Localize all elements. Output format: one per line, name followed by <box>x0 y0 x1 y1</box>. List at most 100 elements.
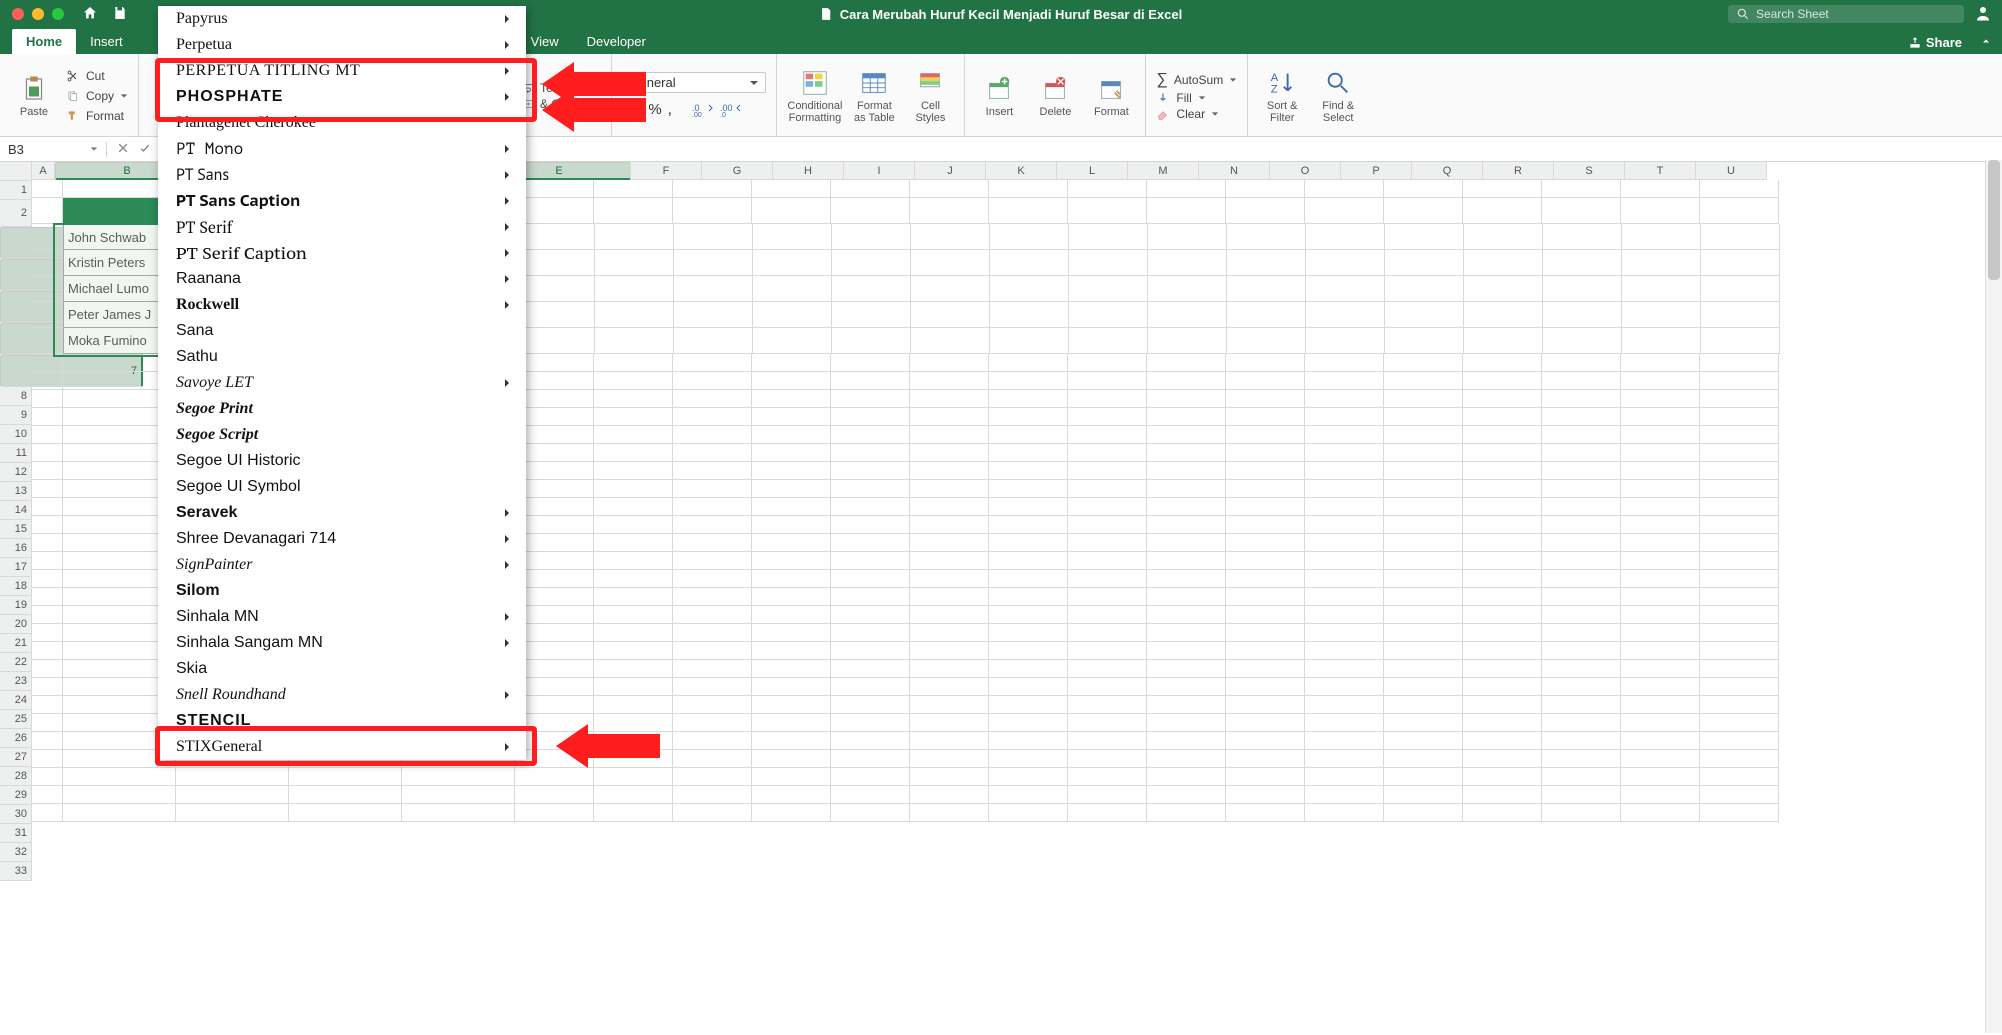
cell[interactable] <box>831 642 910 660</box>
cell[interactable] <box>1306 276 1385 302</box>
search-sheet-input[interactable]: Search Sheet <box>1728 5 1964 23</box>
cell[interactable] <box>515 570 594 588</box>
cell[interactable] <box>1305 390 1384 408</box>
cell[interactable] <box>1226 390 1305 408</box>
cell[interactable] <box>1226 606 1305 624</box>
font-option[interactable]: STENCIL <box>158 708 526 734</box>
cell[interactable] <box>1463 606 1542 624</box>
column-header[interactable]: I <box>844 162 915 180</box>
cell[interactable] <box>1385 302 1464 328</box>
row-header[interactable]: 32 <box>0 843 32 862</box>
cell[interactable] <box>32 408 63 426</box>
cell[interactable] <box>1148 224 1227 250</box>
cell[interactable] <box>1305 408 1384 426</box>
font-dropdown[interactable]: PapyrusPerpetuaPERPETUA TITLING MTPHOSPH… <box>158 6 526 760</box>
cell[interactable] <box>989 198 1068 224</box>
cell[interactable] <box>1701 276 1780 302</box>
font-option[interactable]: Sinhala Sangam MN <box>158 630 526 656</box>
cell[interactable] <box>832 276 911 302</box>
row-header[interactable]: 31 <box>0 824 32 843</box>
font-option[interactable]: PT Mono <box>158 136 526 162</box>
cell[interactable] <box>32 606 63 624</box>
cell[interactable] <box>831 570 910 588</box>
cell[interactable] <box>1621 498 1700 516</box>
cell[interactable] <box>910 480 989 498</box>
cell[interactable] <box>1463 426 1542 444</box>
cell[interactable] <box>1147 732 1226 750</box>
cell[interactable] <box>1227 276 1306 302</box>
cell[interactable] <box>176 786 289 804</box>
cell[interactable] <box>1147 696 1226 714</box>
cell[interactable] <box>1068 180 1147 198</box>
column-header[interactable]: A <box>32 162 55 180</box>
cell[interactable] <box>1543 302 1622 328</box>
cell[interactable] <box>32 624 63 642</box>
cell[interactable] <box>1306 328 1385 354</box>
cell[interactable] <box>32 750 63 768</box>
cell[interactable] <box>1621 408 1700 426</box>
cell[interactable] <box>32 534 63 552</box>
cell[interactable] <box>594 180 673 198</box>
delete-cells-button[interactable]: Delete <box>1031 74 1079 118</box>
cell[interactable] <box>989 408 1068 426</box>
cell[interactable] <box>1226 552 1305 570</box>
cell[interactable] <box>911 276 990 302</box>
cell[interactable] <box>1542 588 1621 606</box>
cell[interactable] <box>753 302 832 328</box>
cell[interactable] <box>1384 624 1463 642</box>
cell[interactable] <box>752 768 831 786</box>
cell[interactable] <box>32 570 63 588</box>
cell[interactable] <box>1700 198 1779 224</box>
cell[interactable] <box>32 588 63 606</box>
cell[interactable] <box>989 768 1068 786</box>
cell[interactable] <box>1068 714 1147 732</box>
font-option[interactable]: Shree Devanagari 714 <box>158 526 526 552</box>
cell[interactable] <box>910 588 989 606</box>
cell[interactable] <box>32 660 63 678</box>
cell[interactable] <box>594 426 673 444</box>
cell[interactable] <box>595 250 674 276</box>
cell[interactable] <box>752 624 831 642</box>
cell[interactable] <box>989 624 1068 642</box>
cell[interactable] <box>673 354 752 372</box>
cell[interactable] <box>1700 624 1779 642</box>
cell[interactable] <box>594 642 673 660</box>
cell[interactable] <box>989 354 1068 372</box>
cell[interactable] <box>32 224 63 250</box>
cell[interactable] <box>831 750 910 768</box>
cell[interactable] <box>1147 606 1226 624</box>
cell[interactable] <box>1306 224 1385 250</box>
cell[interactable] <box>1069 250 1148 276</box>
cell[interactable] <box>1305 180 1384 198</box>
cell[interactable] <box>515 786 594 804</box>
cell[interactable] <box>910 606 989 624</box>
cell[interactable] <box>1542 516 1621 534</box>
cell[interactable] <box>1147 354 1226 372</box>
cell[interactable] <box>1621 570 1700 588</box>
cell[interactable] <box>990 276 1069 302</box>
cell[interactable] <box>1069 302 1148 328</box>
font-option[interactable]: Sathu <box>158 344 526 370</box>
cell[interactable] <box>1305 498 1384 516</box>
cell[interactable] <box>1226 426 1305 444</box>
cell[interactable] <box>1305 768 1384 786</box>
cell[interactable] <box>1147 462 1226 480</box>
cell[interactable] <box>1068 516 1147 534</box>
row-header[interactable]: 15 <box>0 520 32 539</box>
cell[interactable] <box>674 302 753 328</box>
cell[interactable] <box>1227 250 1306 276</box>
cell[interactable] <box>516 250 595 276</box>
cell[interactable] <box>989 462 1068 480</box>
font-option[interactable]: Segoe Script <box>158 422 526 448</box>
cell[interactable] <box>752 552 831 570</box>
cell[interactable] <box>1463 390 1542 408</box>
cell[interactable] <box>515 750 594 768</box>
cell[interactable] <box>752 660 831 678</box>
cell[interactable] <box>752 732 831 750</box>
cell[interactable] <box>1463 462 1542 480</box>
cell[interactable] <box>594 768 673 786</box>
cell[interactable] <box>515 198 594 224</box>
tab-developer[interactable]: Developer <box>573 29 660 54</box>
cell[interactable] <box>1148 276 1227 302</box>
cell[interactable] <box>1384 606 1463 624</box>
